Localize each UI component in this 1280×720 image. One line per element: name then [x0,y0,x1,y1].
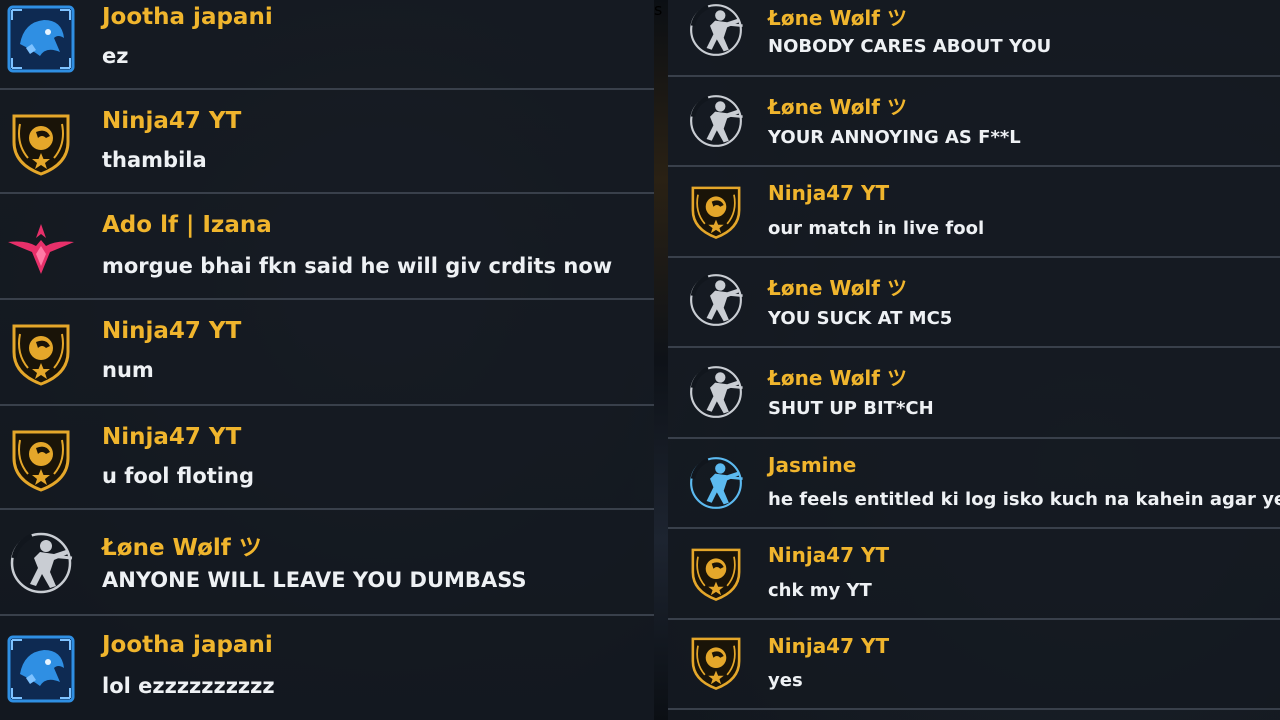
message-text: he feels entitled ki log isko kuch na ka… [768,489,1280,510]
gold-eagle-shield-icon[interactable] [6,108,76,178]
message-text: thambila [102,148,207,172]
message-text: chk my YT [768,580,872,601]
message-text: morgue bhai fkn said he will giv crdits … [102,254,613,278]
sender-name[interactable]: Ninja47 YT [768,543,889,567]
chat-message-row[interactable]: Ninja47 YT num [0,300,654,406]
message-text: YOUR ANNOYING AS F**L [768,127,1021,148]
sender-name[interactable]: Ado lf | Izana [102,212,272,238]
message-text: ANYONE WILL LEAVE YOU DUMBASS [102,568,527,592]
chat-panel-right: Łøne Wølf ツ NOBODY CARES ABOUT YOU Łøne … [668,0,1280,720]
message-text: NOBODY CARES ABOUT YOU [768,36,1052,57]
chat-message-row[interactable]: Łøne Wølf ツ ANYONE WILL LEAVE YOU DUMBAS… [0,510,654,616]
sender-name[interactable]: Ninja47 YT [102,424,241,450]
chat-message-row[interactable]: Ninja47 YT yes [668,620,1280,710]
chat-message-row[interactable]: Ninja47 YT u fool floting [0,406,654,510]
sender-name[interactable]: Łøne Wølf ツ [102,528,262,562]
sender-name[interactable]: Jasmine [768,453,856,477]
pink-winged-emblem-icon[interactable] [6,212,76,282]
chat-message-row[interactable]: Ado lf | Izana morgue bhai fkn said he w… [0,194,654,300]
message-text: u fool floting [102,464,254,488]
message-text: SHUT UP BIT*CH [768,398,934,419]
message-text: YOU SUCK AT MC5 [768,308,953,329]
sender-name[interactable]: Ninja47 YT [768,181,889,205]
sender-name[interactable]: Jootha japani [102,632,273,658]
sender-name[interactable]: Łøne Wølf ツ [768,2,907,31]
chat-panel-left: Jootha japani ez Ninja47 YT thambila Ado… [0,0,654,720]
sender-name[interactable]: Jootha japani [102,4,273,30]
message-text: num [102,358,154,382]
chat-message-row[interactable]: Łøne Wølf ツ NOBODY CARES ABOUT YOU [668,0,1280,77]
sender-name[interactable]: Łøne Wølf ツ [768,362,907,391]
blue-beast-emblem-icon[interactable] [6,634,76,704]
sender-name[interactable]: Ninja47 YT [102,318,241,344]
chat-message-row[interactable]: Ninja47 YT thambila [0,90,654,194]
message-text: yes [768,670,803,691]
chat-message-row[interactable]: Ninja47 YT chk my YT [668,529,1280,620]
message-text: ez [102,44,129,68]
chat-message-row[interactable]: Łøne Wølf ツ YOU SUCK AT MC5 [668,258,1280,348]
gold-eagle-shield-icon[interactable] [686,181,746,241]
chat-message-row[interactable]: Jasmine he feels entitled ki log isko ku… [668,439,1280,529]
gold-eagle-shield-icon[interactable] [6,318,76,388]
chat-message-row[interactable]: Łøne Wølf ツ SHUT UP BIT*CH [668,348,1280,439]
silver-soldier-emblem-icon[interactable] [686,0,746,60]
sender-name[interactable]: Ninja47 YT [102,108,241,134]
seam-glyph: s [654,0,663,19]
message-text: lol ezzzzzzzzzz [102,674,275,698]
gold-eagle-shield-icon[interactable] [686,543,746,603]
sender-name[interactable]: Łøne Wølf ツ [768,91,907,120]
silver-soldier-emblem-icon[interactable] [686,270,746,330]
chat-message-row[interactable]: Jootha japani ez [0,0,654,90]
message-text: our match in live fool [768,218,985,239]
silver-soldier-emblem-icon[interactable] [686,362,746,422]
chat-message-row[interactable]: Jootha japani lol ezzzzzzzzzz [0,616,654,720]
gold-eagle-shield-icon[interactable] [6,424,76,494]
sender-name[interactable]: Ninja47 YT [768,634,889,658]
chat-message-row[interactable]: Ninja47 YT our match in live fool [668,167,1280,258]
silver-soldier-emblem-icon[interactable] [6,528,76,598]
blue-beast-emblem-icon[interactable] [6,4,76,74]
gold-eagle-shield-icon[interactable] [686,632,746,692]
blue-soldier-emblem-icon[interactable] [686,453,746,513]
chat-message-row[interactable]: Łøne Wølf ツ YOUR ANNOYING AS F**L [668,77,1280,167]
sender-name[interactable]: Łøne Wølf ツ [768,272,907,301]
silver-soldier-emblem-icon[interactable] [686,91,746,151]
